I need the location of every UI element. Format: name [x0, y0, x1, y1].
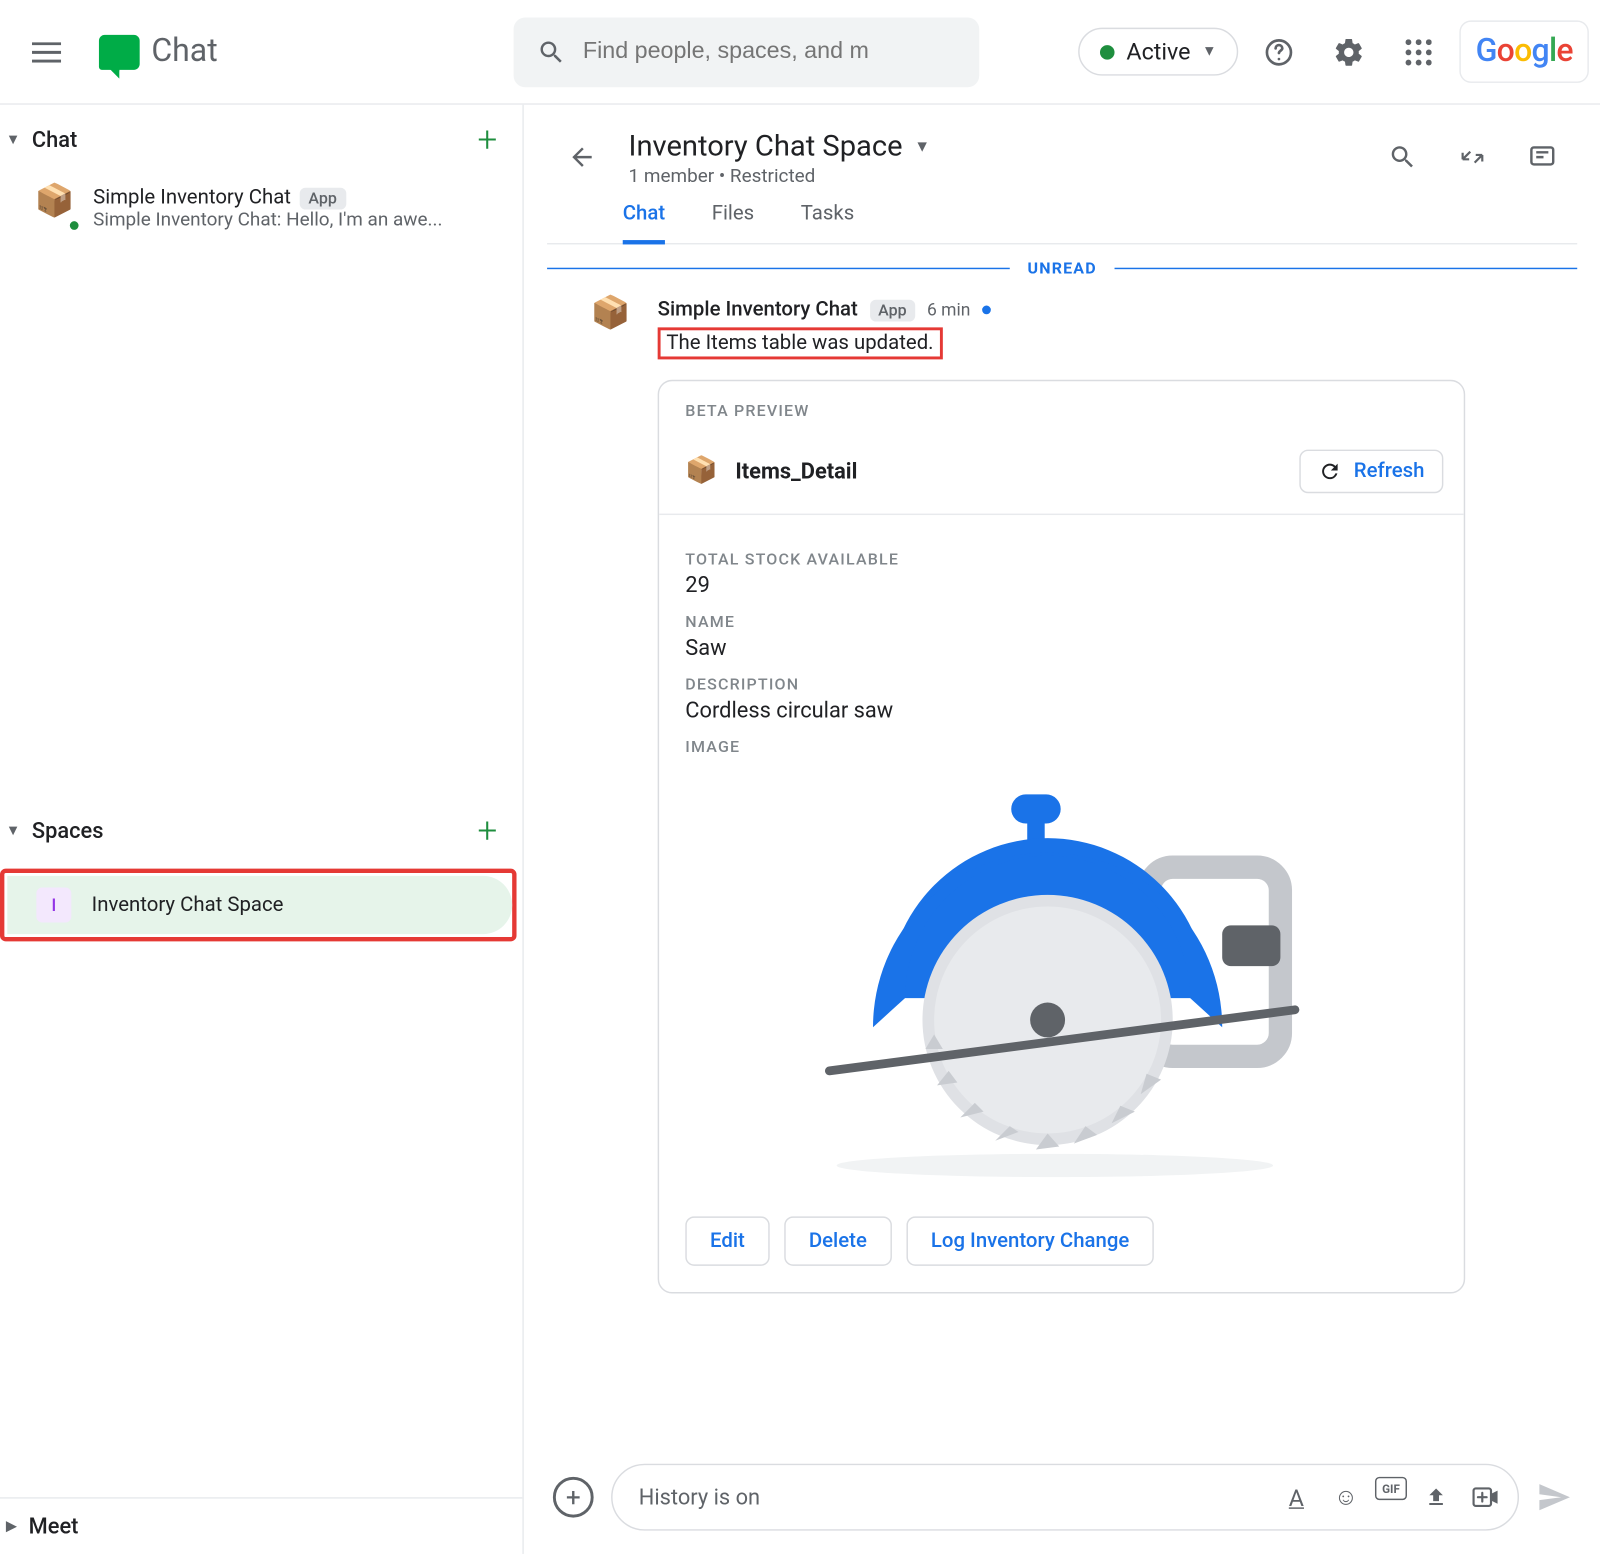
- tab-tasks[interactable]: Tasks: [801, 202, 854, 243]
- caret-down-icon: ▼: [6, 823, 20, 839]
- circular-saw-illustration: [785, 780, 1338, 1187]
- status-dot-icon: [1100, 44, 1115, 59]
- unread-dot-icon: [982, 306, 991, 315]
- tab-files[interactable]: Files: [712, 202, 754, 243]
- package-icon: 📦: [35, 183, 75, 219]
- sidebar-section-chat[interactable]: ▼ Chat +: [0, 105, 522, 175]
- caret-right-icon: ▶: [6, 1518, 17, 1534]
- highlight-annotation: I Inventory Chat Space: [0, 869, 517, 942]
- app-card: BETA PREVIEW 📦 Items_Detail Refresh TOTA…: [658, 380, 1466, 1294]
- new-chat-button[interactable]: +: [464, 119, 511, 160]
- field-value-stock: 29: [685, 572, 1437, 598]
- gear-icon[interactable]: [1320, 23, 1378, 81]
- status-label: Active: [1126, 38, 1190, 66]
- topbar: Chat Active ▼ Google: [0, 0, 1600, 105]
- apps-grid-icon[interactable]: [1390, 23, 1448, 81]
- room-menu-caret-icon[interactable]: ▼: [914, 136, 930, 155]
- back-button[interactable]: [553, 128, 611, 186]
- app-avatar: 📦: [35, 186, 76, 227]
- chat-item-preview: Simple Inventory Chat: Hello, I'm an awe…: [93, 210, 499, 232]
- caret-down-icon: ▼: [6, 132, 20, 148]
- room-tabs: Chat Files Tasks: [547, 202, 1577, 244]
- package-icon: 📦: [685, 458, 718, 484]
- field-label-image: IMAGE: [685, 738, 1437, 757]
- caret-down-icon: ▼: [1202, 44, 1216, 60]
- message: 📦 Simple Inventory Chat App 6 min The It…: [547, 298, 1577, 1293]
- refresh-icon: [1319, 460, 1342, 483]
- status-selector[interactable]: Active ▼: [1078, 28, 1238, 76]
- collapse-icon[interactable]: [1443, 128, 1501, 186]
- emoji-icon[interactable]: ☺: [1326, 1477, 1367, 1518]
- card-title: Items_Detail: [735, 458, 857, 484]
- field-label-name: NAME: [685, 613, 1437, 632]
- search-box[interactable]: [513, 17, 979, 87]
- composer[interactable]: History is on A ☺ GIF: [611, 1464, 1519, 1531]
- space-avatar: I: [36, 888, 71, 923]
- card-beta-label: BETA PREVIEW: [659, 381, 1464, 435]
- sidebar: ▼ Chat + 📦 Simple Inventory Chat App Sim…: [0, 105, 524, 1554]
- package-icon: 📦: [591, 295, 631, 331]
- video-meet-icon[interactable]: [1465, 1477, 1506, 1518]
- field-value-name: Saw: [685, 634, 1437, 660]
- refresh-button[interactable]: Refresh: [1300, 450, 1443, 494]
- tab-chat[interactable]: Chat: [623, 202, 665, 244]
- field-label-stock: TOTAL STOCK AVAILABLE: [685, 550, 1437, 569]
- message-time: 6 min: [927, 300, 970, 320]
- delete-button[interactable]: Delete: [784, 1216, 891, 1265]
- composer-add-button[interactable]: +: [553, 1477, 594, 1518]
- sidebar-section-spaces[interactable]: ▼ Spaces +: [0, 796, 522, 866]
- google-logo[interactable]: Google: [1460, 20, 1589, 83]
- message-author: Simple Inventory Chat: [658, 298, 858, 321]
- chat-item-title: Simple Inventory Chat: [93, 186, 291, 209]
- room-title: Inventory Chat Space: [629, 128, 903, 163]
- chat-logo[interactable]: Chat: [99, 33, 218, 69]
- search-input[interactable]: [583, 39, 955, 65]
- new-space-button[interactable]: +: [464, 810, 511, 851]
- chat-item-simple-inventory[interactable]: 📦 Simple Inventory Chat App Simple Inven…: [0, 175, 522, 243]
- field-label-desc: DESCRIPTION: [685, 675, 1437, 694]
- room-subtitle: 1 member • Restricted: [629, 166, 930, 188]
- card-image: [659, 765, 1464, 1216]
- space-item-inventory[interactable]: I Inventory Chat Space: [7, 876, 512, 934]
- space-name: Inventory Chat Space: [92, 893, 284, 916]
- app-badge: App: [300, 187, 346, 209]
- send-button[interactable]: [1536, 1480, 1571, 1515]
- chat-logo-icon: [99, 34, 140, 69]
- unread-separator: UNREAD: [547, 259, 1577, 278]
- presence-dot-icon: [67, 218, 82, 233]
- content-pane: Inventory Chat Space ▼ 1 member • Restri…: [524, 105, 1600, 1554]
- gif-icon[interactable]: GIF: [1375, 1477, 1407, 1500]
- search-in-space-icon[interactable]: [1374, 128, 1432, 186]
- edit-button[interactable]: Edit: [685, 1216, 769, 1265]
- format-icon[interactable]: A: [1276, 1477, 1317, 1518]
- app-name: Chat: [151, 33, 217, 69]
- composer-placeholder: History is on: [639, 1484, 1270, 1510]
- log-change-button[interactable]: Log Inventory Change: [906, 1216, 1154, 1265]
- thread-panel-icon[interactable]: [1513, 128, 1571, 186]
- upload-icon[interactable]: [1416, 1477, 1457, 1518]
- hamburger-menu-icon[interactable]: [12, 17, 82, 87]
- help-icon[interactable]: [1250, 23, 1308, 81]
- field-value-desc: Cordless circular saw: [685, 697, 1437, 723]
- search-icon: [536, 37, 565, 66]
- sidebar-section-meet[interactable]: ▶ Meet: [0, 1499, 522, 1554]
- message-text: The Items table was updated.: [658, 327, 943, 359]
- app-badge: App: [869, 299, 915, 321]
